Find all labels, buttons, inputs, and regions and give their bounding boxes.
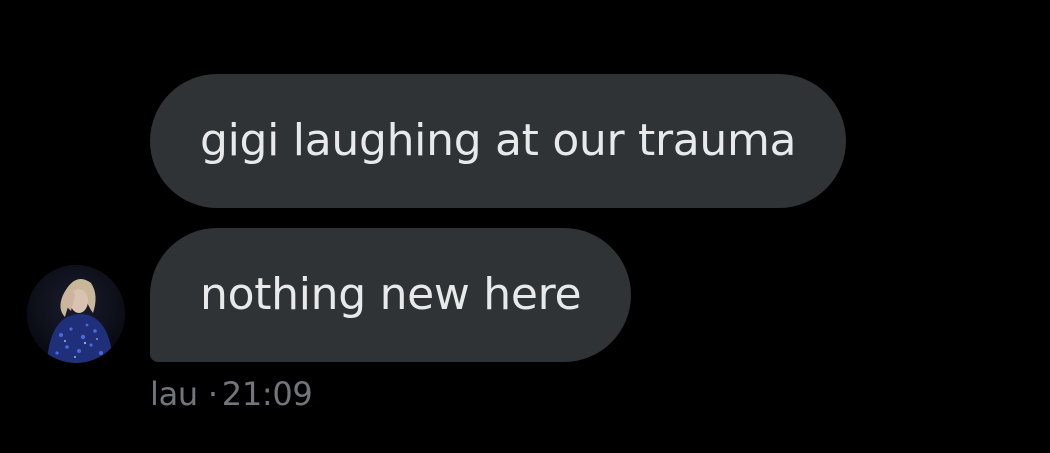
profile-photo-icon	[27, 265, 125, 363]
message-bubble[interactable]: gigi laughing at our trauma	[150, 74, 847, 208]
message-text: gigi laughing at our trauma	[200, 115, 797, 166]
message-meta: lau · 21:09	[150, 375, 313, 413]
meta-separator: ·	[207, 375, 218, 413]
message-text: nothing new here	[200, 269, 582, 320]
message-timestamp: 21:09	[221, 375, 313, 413]
sender-name[interactable]: lau	[150, 375, 198, 413]
dm-conversation: gigi laughing at our trauma nothing new …	[0, 0, 1050, 453]
message-bubble[interactable]: nothing new here	[150, 228, 632, 362]
avatar[interactable]	[27, 265, 125, 363]
